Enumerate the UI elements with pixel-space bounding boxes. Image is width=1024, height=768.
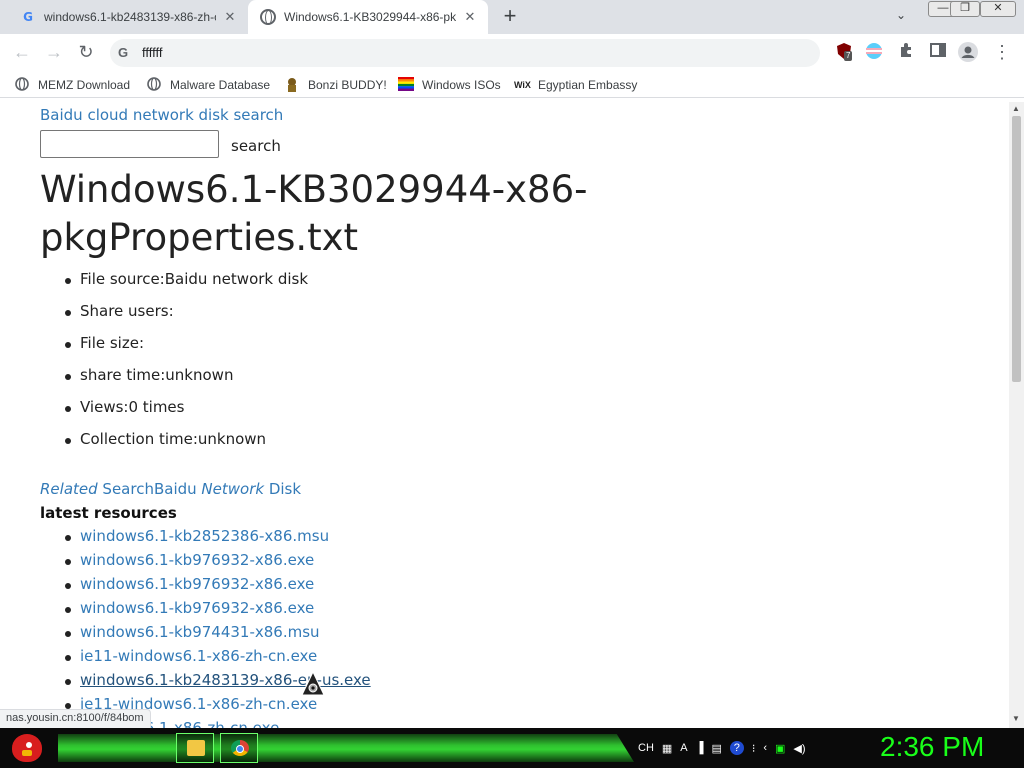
ime-icon[interactable]: ▦ <box>662 742 672 755</box>
tab-kb3029944[interactable]: Windows6.1-KB3029944-x86-pkg ✕ <box>248 0 488 34</box>
property-collection-time: Collection time:unknown <box>64 430 308 462</box>
list-item: windows6.1-kb2852386-x86.msu <box>65 527 371 551</box>
tray-options-icon[interactable]: ⁝ <box>752 742 756 755</box>
ime-pad-icon[interactable]: ▤ <box>711 742 721 755</box>
folder-icon <box>187 740 205 756</box>
list-item: windows6.1-kb974431-x86.msu <box>65 623 371 647</box>
page-scrollbar[interactable]: ▲ ▼ <box>1009 102 1024 728</box>
help-icon[interactable]: ? <box>729 741 744 755</box>
latest-resources-heading: latest resources <box>40 504 177 522</box>
tab-close-icon[interactable]: ✕ <box>462 9 478 25</box>
new-tab-button[interactable]: + <box>498 5 522 29</box>
bookmark-label: Windows ISOs <box>422 78 501 92</box>
tab-kb2483139[interactable]: G windows6.1-kb2483139-x86-zh-c ✕ <box>8 0 248 34</box>
language-indicator[interactable]: CH <box>638 742 654 754</box>
related-search-link[interactable]: Related SearchBaidu Network Disk <box>40 480 301 498</box>
bookmark-malware-database[interactable]: Malware Database <box>146 76 270 94</box>
bonzi-icon <box>284 77 300 93</box>
wix-icon: WiX <box>514 80 531 90</box>
back-arrow-icon[interactable]: ← <box>10 40 34 64</box>
ime-mode-icon[interactable]: A <box>680 742 687 754</box>
bookmark-label: Malware Database <box>170 78 271 92</box>
extensions-puzzle-icon[interactable] <box>896 42 916 62</box>
property-share-time: share time:unknown <box>64 366 308 398</box>
tab-close-icon[interactable]: ✕ <box>222 9 238 25</box>
search-input[interactable] <box>40 130 219 158</box>
resource-link[interactable]: windows6.1-kb976932-x86.exe <box>80 599 314 617</box>
side-panel-icon[interactable] <box>928 42 948 62</box>
list-item: ie11-windows6.1-x86-zh-cn.exe <box>65 647 371 671</box>
list-item: windows6.1-kb2483139-x86-en-us.exe <box>65 671 371 695</box>
extension-badge: 7 <box>844 51 853 61</box>
volume-icon[interactable]: ◀) <box>793 742 805 755</box>
show-hidden-icons-icon[interactable]: ‹ <box>763 742 767 754</box>
bookmark-label: Bonzi BUDDY! <box>308 78 387 92</box>
window-close-button[interactable]: ✕ <box>980 1 1016 17</box>
file-properties-list: File source:Baidu network disk Share use… <box>64 270 308 462</box>
chrome-taskbar-button[interactable] <box>220 733 258 763</box>
web-page: Baidu cloud network disk search search W… <box>0 102 1009 728</box>
tab-search-chevron-icon[interactable]: ⌄ <box>896 8 906 22</box>
status-url: nas.yousin.cn:8100/f/84bom <box>0 709 151 728</box>
property-file-size: File size: <box>64 334 308 366</box>
ublock-extension-icon[interactable]: 7 <box>834 42 854 62</box>
bookmark-egyptian-embassy[interactable]: WiX Egyptian Embassy <box>514 76 637 94</box>
more-menu-icon[interactable]: ⋮ <box>992 42 1012 62</box>
file-explorer-button[interactable] <box>176 733 214 763</box>
taskbar-clock[interactable]: 2:36 PM <box>880 731 1020 763</box>
bookmark-windows-isos[interactable]: Windows ISOs <box>398 76 501 94</box>
property-share-users: Share users: <box>64 302 308 334</box>
list-item: windows6.1-kb976932-x86.exe <box>65 551 371 575</box>
page-title: Windows6.1-KB3029944-x86-pkgProperties.t… <box>40 168 588 259</box>
rainbow-flag-icon <box>398 77 414 93</box>
baidu-search-link[interactable]: Baidu cloud network disk search <box>40 106 283 124</box>
tab-title: windows6.1-kb2483139-x86-zh-c <box>44 10 216 24</box>
system-tray: CH ▦ A ▐ ▤ ? ⁝ ‹ ▣ ◀) <box>638 728 814 768</box>
resource-link[interactable]: windows6.1-kb2852386-x86.msu <box>80 527 329 545</box>
address-text: ffffff <box>142 45 163 60</box>
bookmark-label: Egyptian Embassy <box>538 78 638 92</box>
scroll-up-arrow-icon[interactable]: ▲ <box>1012 104 1020 113</box>
resource-link[interactable]: ie11-windows6.1-x86-zh-cn.exe <box>80 647 317 665</box>
google-icon: G <box>118 45 129 60</box>
search-button[interactable]: search <box>231 137 281 155</box>
taskbar-glow <box>58 734 634 762</box>
globe-icon <box>146 77 162 93</box>
globe-icon <box>14 77 30 93</box>
property-file-source: File source:Baidu network disk <box>64 270 308 302</box>
resource-link[interactable]: windows6.1-kb976932-x86.exe <box>80 551 314 569</box>
scrollbar-thumb[interactable] <box>1012 116 1021 382</box>
scroll-down-arrow-icon[interactable]: ▼ <box>1012 714 1020 723</box>
resource-link[interactable]: windows6.1-kb976932-x86.exe <box>80 575 314 593</box>
start-button-angry-bird-icon[interactable] <box>8 730 48 766</box>
bookmarks-bar: MEMZ Download Malware Database Bonzi BUD… <box>0 70 1024 98</box>
list-item: windows6.1-kb976932-x86.exe <box>65 599 371 623</box>
resource-link[interactable]: windows6.1-kb974431-x86.msu <box>80 623 320 641</box>
google-icon: G <box>23 10 33 24</box>
reload-icon[interactable]: ↻ <box>74 40 98 64</box>
busy-cursor-icon <box>301 671 325 696</box>
list-item: windows6.1-kb976932-x86.exe <box>65 575 371 599</box>
profile-avatar-icon[interactable] <box>958 42 978 62</box>
address-bar[interactable]: G ffffff <box>110 39 820 67</box>
browser-toolbar: ← → ↻ G ffffff 7 ⋮ <box>0 34 1024 70</box>
latest-resources-list: windows6.1-kb2852386-x86.msu windows6.1-… <box>65 527 371 728</box>
pride-extension-icon[interactable] <box>864 42 884 62</box>
bookmark-memz-download[interactable]: MEMZ Download <box>14 76 130 94</box>
property-views: Views:0 times <box>64 398 308 430</box>
restore-button[interactable]: ❐ <box>950 1 980 17</box>
resource-link-hovered[interactable]: windows6.1-kb2483139-x86-en-us.exe <box>80 671 371 689</box>
network-icon[interactable]: ▣ <box>775 742 785 755</box>
bookmark-bonzi-buddy[interactable]: Bonzi BUDDY! <box>284 76 387 94</box>
ime-width-icon[interactable]: ▐ <box>696 742 704 754</box>
forward-arrow-icon[interactable]: → <box>42 40 66 64</box>
tab-title: Windows6.1-KB3029944-x86-pkg <box>284 10 456 24</box>
globe-icon <box>260 9 276 25</box>
tab-strip: G windows6.1-kb2483139-x86-zh-c ✕ Window… <box>0 0 1024 34</box>
bookmark-label: MEMZ Download <box>38 78 131 92</box>
taskbar: CH ▦ A ▐ ▤ ? ⁝ ‹ ▣ ◀) 2:36 PM <box>0 728 1024 768</box>
